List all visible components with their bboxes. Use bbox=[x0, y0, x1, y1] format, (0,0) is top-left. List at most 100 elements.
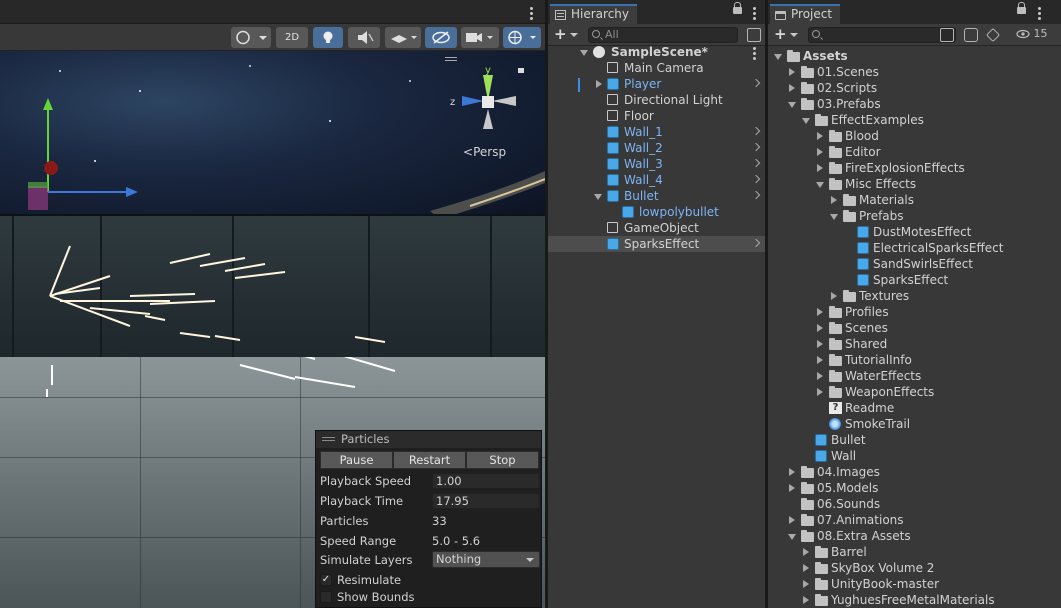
open-prefab-chevron-icon[interactable] bbox=[751, 142, 761, 152]
project-tree-item[interactable]: Textures bbox=[768, 288, 1061, 304]
scene-menu-icon[interactable] bbox=[530, 7, 534, 22]
hierarchy-search-input[interactable]: All bbox=[588, 27, 738, 43]
playback-speed-field[interactable]: 1.00 bbox=[432, 473, 540, 489]
expand-arrow-icon[interactable] bbox=[817, 372, 823, 380]
project-tree-item[interactable]: 04.Images bbox=[768, 464, 1061, 480]
project-tree-item[interactable]: 02.Scripts bbox=[768, 80, 1061, 96]
project-tree-item[interactable]: ? Readme bbox=[768, 400, 1061, 416]
project-tree-item[interactable]: DustMotesEffect bbox=[768, 224, 1061, 240]
expand-arrow-icon[interactable] bbox=[803, 564, 809, 572]
project-tree-item[interactable]: SmokeTrail bbox=[768, 416, 1061, 432]
hierarchy-item[interactable]: Wall_4 bbox=[548, 172, 765, 188]
stop-button[interactable]: Stop bbox=[466, 451, 539, 469]
search-filter-icon[interactable] bbox=[940, 28, 954, 42]
project-lock-icon[interactable] bbox=[1017, 2, 1026, 14]
hierarchy-item[interactable]: lowpolybullet bbox=[548, 204, 765, 220]
expand-arrow-icon[interactable] bbox=[817, 308, 823, 316]
open-prefab-chevron-icon[interactable] bbox=[751, 190, 761, 200]
hierarchy-item[interactable]: Wall_2 bbox=[548, 140, 765, 156]
project-tree-item[interactable]: SparksEffect bbox=[768, 272, 1061, 288]
project-tree-item[interactable]: Barrel bbox=[768, 544, 1061, 560]
project-tree-item[interactable]: 03.Prefabs bbox=[768, 96, 1061, 112]
restart-button[interactable]: Restart bbox=[393, 451, 466, 469]
project-tree-item[interactable]: EffectExamples bbox=[768, 112, 1061, 128]
collapse-arrow-icon[interactable] bbox=[788, 102, 796, 108]
project-tree-item[interactable]: UnityBook-master bbox=[768, 576, 1061, 592]
project-tree-item[interactable]: Prefabs bbox=[768, 208, 1061, 224]
expand-arrow-icon[interactable] bbox=[789, 468, 795, 476]
expand-arrow-icon[interactable] bbox=[789, 484, 795, 492]
scene-view[interactable]: 2D y z <Persp Particles Pause Restart St… bbox=[0, 0, 545, 608]
project-tree-item[interactable]: Bullet bbox=[768, 432, 1061, 448]
project-tree-item[interactable]: SkyBox Volume 2 bbox=[768, 560, 1061, 576]
collapse-arrow-icon[interactable] bbox=[580, 50, 588, 56]
hierarchy-item[interactable]: Bullet bbox=[548, 188, 765, 204]
expand-arrow-icon[interactable] bbox=[831, 196, 837, 204]
project-tree-item[interactable]: Wall bbox=[768, 448, 1061, 464]
filter-by-label-icon[interactable] bbox=[985, 27, 1001, 43]
project-create-plus-icon[interactable]: + bbox=[774, 26, 787, 42]
expand-arrow-icon[interactable] bbox=[789, 68, 795, 76]
open-prefab-chevron-icon[interactable] bbox=[751, 158, 761, 168]
lighting-toggle-button[interactable] bbox=[313, 27, 343, 48]
expand-arrow-icon[interactable] bbox=[803, 548, 809, 556]
collapse-arrow-icon[interactable] bbox=[830, 214, 838, 220]
collapse-arrow-icon[interactable] bbox=[802, 118, 810, 124]
project-tree-item[interactable]: 06.Sounds bbox=[768, 496, 1061, 512]
hierarchy-item[interactable]: Floor bbox=[548, 108, 765, 124]
collapse-arrow-icon[interactable] bbox=[788, 534, 796, 540]
project-tree-item[interactable]: WaterEffects bbox=[768, 368, 1061, 384]
hierarchy-item[interactable]: Directional Light bbox=[548, 92, 765, 108]
project-create-arrow-icon[interactable] bbox=[790, 33, 798, 37]
gizmo-drag-handle[interactable] bbox=[445, 57, 457, 61]
camera-settings-dropdown[interactable] bbox=[461, 27, 499, 48]
hierarchy-tab[interactable]: Hierarchy bbox=[550, 4, 638, 24]
project-tree-item[interactable]: Scenes bbox=[768, 320, 1061, 336]
hierarchy-menu-icon[interactable] bbox=[753, 7, 757, 22]
open-prefab-chevron-icon[interactable] bbox=[751, 174, 761, 184]
hidden-packages-toggle[interactable]: 15 bbox=[1016, 27, 1048, 40]
expand-arrow-icon[interactable] bbox=[817, 388, 823, 396]
hierarchy-item[interactable]: Wall_3 bbox=[548, 156, 765, 172]
expand-arrow-icon[interactable] bbox=[803, 596, 809, 604]
project-tree-item[interactable]: SandSwirlsEffect bbox=[768, 256, 1061, 272]
project-tree-item[interactable]: Editor bbox=[768, 144, 1061, 160]
move-tool-handle[interactable] bbox=[20, 96, 140, 216]
expand-arrow-icon[interactable] bbox=[803, 580, 809, 588]
audio-toggle-button[interactable] bbox=[348, 27, 380, 48]
expand-arrow-icon[interactable] bbox=[817, 356, 823, 364]
project-tree-item[interactable]: Profiles bbox=[768, 304, 1061, 320]
collapse-arrow-icon[interactable] bbox=[594, 194, 602, 200]
scene-root-row[interactable]: SampleScene* bbox=[548, 44, 765, 60]
open-prefab-chevron-icon[interactable] bbox=[751, 78, 761, 88]
pause-button[interactable]: Pause bbox=[320, 451, 393, 469]
project-tree-item[interactable]: 08.Extra Assets bbox=[768, 528, 1061, 544]
effects-dropdown[interactable] bbox=[385, 27, 421, 48]
hierarchy-item[interactable]: GameObject bbox=[548, 220, 765, 236]
mode-2d-button[interactable]: 2D bbox=[276, 27, 308, 48]
orientation-gizmo[interactable]: y z bbox=[448, 65, 528, 145]
search-by-type-icon[interactable] bbox=[747, 28, 761, 42]
project-tree-item[interactable]: Shared bbox=[768, 336, 1061, 352]
project-tree-item[interactable]: 07.Animations bbox=[768, 512, 1061, 528]
projection-toggle[interactable]: <Persp bbox=[463, 145, 506, 159]
scene-visibility-toggle[interactable] bbox=[425, 27, 457, 48]
show-bounds-checkbox[interactable] bbox=[320, 591, 332, 603]
project-tree-item[interactable]: FireExplosionEffects bbox=[768, 160, 1061, 176]
project-tree-item[interactable]: 01.Scenes bbox=[768, 64, 1061, 80]
lock-icon[interactable] bbox=[733, 2, 742, 14]
expand-arrow-icon[interactable] bbox=[817, 324, 823, 332]
hierarchy-item[interactable]: Main Camera bbox=[548, 60, 765, 76]
project-tree-item[interactable]: Materials bbox=[768, 192, 1061, 208]
gizmos-dropdown[interactable] bbox=[503, 27, 541, 48]
shading-mode-dropdown[interactable] bbox=[231, 27, 271, 48]
expand-arrow-icon[interactable] bbox=[789, 84, 795, 92]
expand-arrow-icon[interactable] bbox=[596, 80, 602, 88]
collapse-arrow-icon[interactable] bbox=[816, 182, 824, 188]
expand-arrow-icon[interactable] bbox=[817, 164, 823, 172]
project-tree-item[interactable]: TutorialInfo bbox=[768, 352, 1061, 368]
particles-title[interactable]: Particles bbox=[316, 431, 541, 448]
project-tab[interactable]: Project bbox=[770, 4, 841, 24]
hierarchy-item[interactable]: Wall_1 bbox=[548, 124, 765, 140]
open-prefab-chevron-icon[interactable] bbox=[751, 238, 761, 248]
